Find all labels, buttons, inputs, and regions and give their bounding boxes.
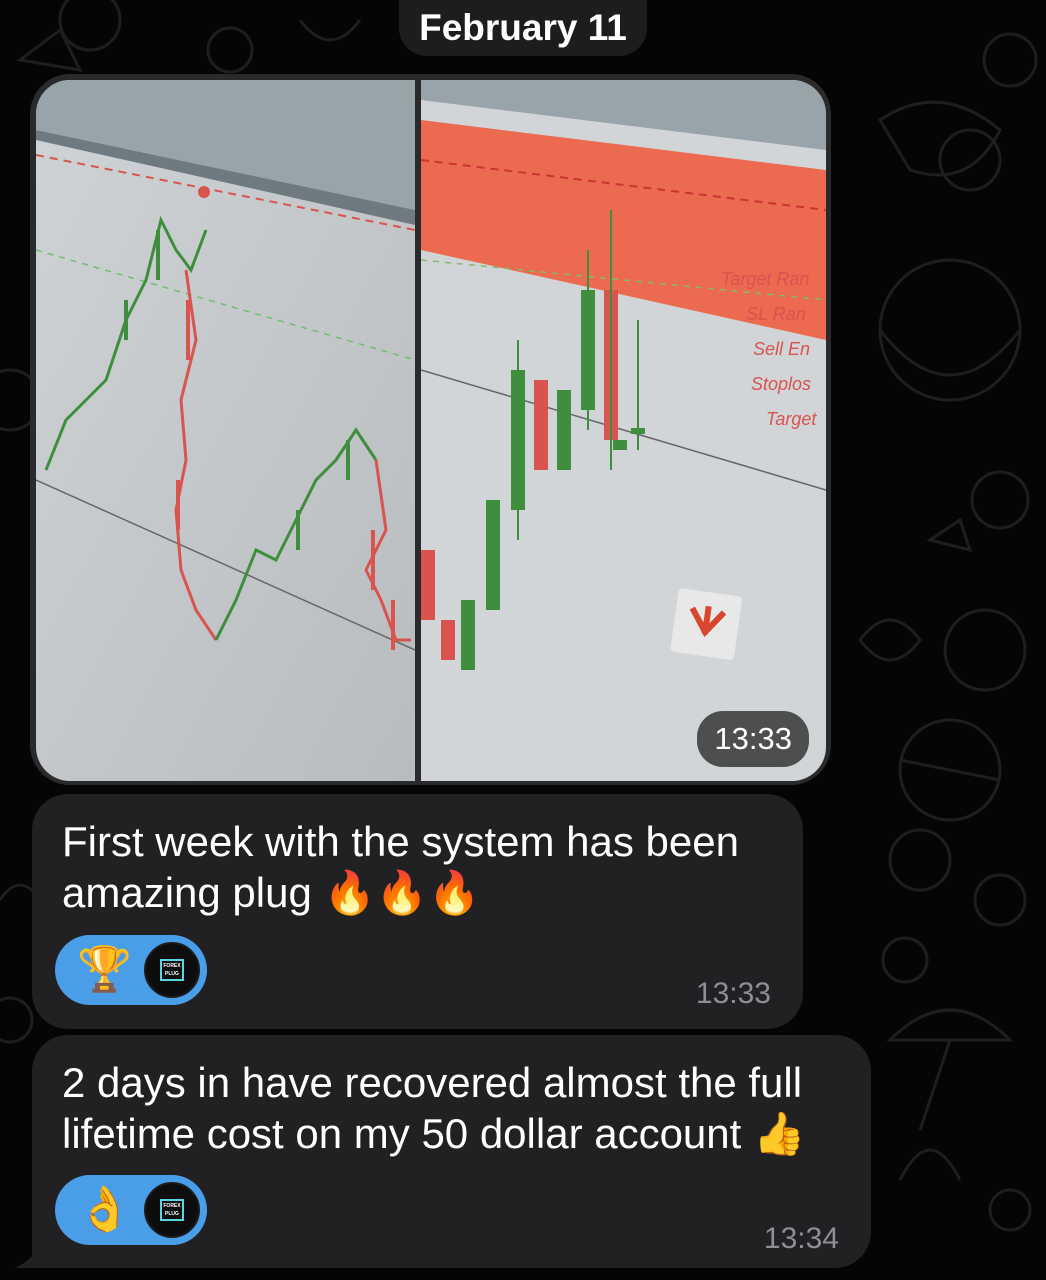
chart-photo-left[interactable] <box>36 80 415 781</box>
message-timestamp: 13:33 <box>695 977 771 1010</box>
message-text: First week with the system has been amaz… <box>62 816 783 918</box>
chart-label-stoploss: Stoplos <box>751 374 811 394</box>
message-text-2: 2 days in have recovered almost the full… <box>62 1057 851 1159</box>
chart-label-sl-range: SL Ran <box>746 304 806 324</box>
ok-hand-emoji-icon: 👌 <box>77 1184 132 1235</box>
down-arrow-icon <box>670 588 742 660</box>
thumbs-up-emoji-icon: 👍 <box>753 1109 806 1158</box>
reaction-chip-2[interactable]: 👌 FOREX PLUG <box>55 1175 207 1245</box>
date-header: February 11 <box>399 0 647 56</box>
message-body-2: 2 days in have recovered almost the full… <box>62 1059 803 1157</box>
photo-album-message[interactable]: Target Ran SL Ran Sell En Stoplos Target… <box>30 74 831 785</box>
chart-photo-right[interactable]: Target Ran SL Ran Sell En Stoplos Target <box>421 80 826 781</box>
chart-label-sell-entry: Sell En <box>753 339 810 359</box>
chart-photo-icon <box>36 80 415 781</box>
message-bubble[interactable]: First week with the system has been amaz… <box>32 794 803 1029</box>
forex-plug-logo-icon: FOREX PLUG <box>160 959 184 981</box>
message-timestamp-2: 13:34 <box>763 1222 839 1255</box>
message-bubble-2[interactable]: 2 days in have recovered almost the full… <box>32 1035 871 1268</box>
reaction-chip[interactable]: 🏆 FOREX PLUG <box>55 935 207 1005</box>
forex-plug-logo-icon-2: FOREX PLUG <box>160 1199 184 1221</box>
trophy-emoji-icon: 🏆 <box>77 944 132 995</box>
chart-photo-icon-2: Target Ran SL Ran Sell En Stoplos Target <box>421 80 826 781</box>
chart-label-target: Target <box>766 409 817 429</box>
reactor-avatar: FOREX PLUG <box>144 942 200 998</box>
fire-emoji-icon: 🔥🔥🔥 <box>323 868 481 917</box>
chart-label-target-range: Target Ran <box>721 269 809 289</box>
album-timestamp: 13:33 <box>697 711 809 767</box>
reactor-avatar-2: FOREX PLUG <box>144 1182 200 1238</box>
